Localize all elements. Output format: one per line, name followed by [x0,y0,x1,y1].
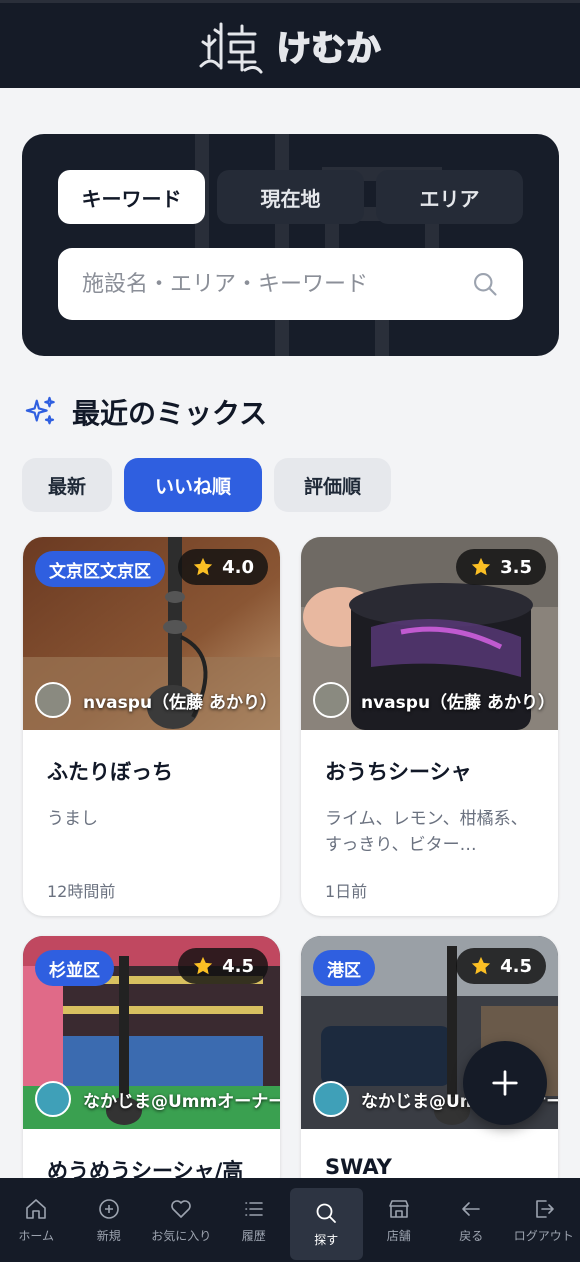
nav-label: 探す [314,1232,339,1247]
author-name: なかじま@Ummオーナー [83,1091,280,1112]
section-title: 最近のミックス [72,397,268,430]
card-title: SWAY [325,1155,392,1179]
card-title: ふたりぼっち [47,760,173,784]
search-panel: キーワード 現在地 エリア [22,134,559,356]
card-title: おうちシーシャ [325,760,472,784]
card-author[interactable]: なかじま@Ummオーナー [35,1081,280,1117]
nav-history[interactable]: 履歴 [218,1178,291,1262]
avatar [35,1081,71,1117]
nav-favorites[interactable]: お気に入り [145,1178,218,1262]
nav-new[interactable]: 新規 [73,1178,146,1262]
rating-value: 3.5 [500,556,532,578]
nav-search[interactable]: 探す [290,1188,363,1260]
avatar [35,682,71,718]
hookah-watermark-icon [195,134,442,356]
sort-likes[interactable]: いいね順 [124,458,262,512]
nav-label: 店舗 [386,1228,411,1243]
card-photo: 杉並区 4.5 なかじま@Ummオーナー [23,936,280,1129]
nav-label: ログアウト [513,1228,574,1243]
nav-label: 履歴 [241,1228,266,1243]
author-name: nvaspu（佐藤 あかり） [83,692,277,713]
sparkles-icon [25,396,55,425]
logo[interactable]: けむか [199,16,382,76]
avatar [313,1081,349,1117]
plus-circle-icon [98,1198,119,1219]
card-author[interactable]: nvaspu（佐藤 あかり） [35,682,280,718]
star-icon [193,557,213,576]
rating-value: 4.5 [222,955,254,977]
heart-icon [171,1199,192,1218]
create-mix-button[interactable] [463,1041,547,1125]
card-description: ライム、レモン、柑橘系、すっきり、ビター… [325,809,528,855]
sort-rating[interactable]: 評価順 [274,458,391,512]
rating-badge: 4.5 [178,948,268,984]
rating-badge: 4.0 [178,549,268,585]
nav-home[interactable]: ホーム [0,1178,73,1262]
search-mode-tabs: キーワード 現在地 エリア [58,170,523,224]
sort-tabs: 最新 いいね順 評価順 [22,458,391,512]
card-description: うまし [47,809,98,829]
section-header: 最近のミックス [24,392,267,432]
area-badge: 杉並区 [35,950,114,986]
card-time: 1日前 [325,882,368,901]
home-icon [26,1198,47,1219]
star-icon [471,956,491,975]
search-input[interactable] [82,271,471,297]
star-icon [193,956,213,975]
nav-store[interactable]: 店舗 [363,1178,436,1262]
arrow-left-icon [462,1201,481,1216]
nav-back[interactable]: 戻る [435,1178,508,1262]
nav-label: 戻る [459,1228,484,1243]
logo-text: けむか [276,28,382,70]
mix-card[interactable]: 杉並区 4.5 なかじま@Ummオーナー めうめうシーシャ/高 [23,936,280,1196]
nav-label: お気に入り [151,1228,212,1243]
search-box [58,248,523,320]
hookah-logo-icon [199,22,262,73]
rating-badge: 4.5 [456,948,546,984]
card-photo: 文京区文京区 4.0 nvaspu（佐藤 あかり） [23,537,280,730]
area-badge: 文京区文京区 [35,551,165,587]
sort-latest[interactable]: 最新 [22,458,112,512]
rating-value: 4.5 [500,955,532,977]
area-badge: 港区 [313,950,375,986]
rating-value: 4.0 [222,556,254,578]
search-icon[interactable] [471,270,499,298]
card-time: 12時間前 [47,882,116,901]
store-icon [388,1199,409,1218]
tab-area[interactable]: エリア [376,170,523,224]
card-author[interactable]: nvaspu（佐藤 あかり） [313,682,558,718]
list-icon [244,1201,263,1216]
rating-badge: 3.5 [456,549,546,585]
star-icon [471,557,491,576]
bottom-nav: ホーム 新規 お気に入り 履歴 探す 店舗 戻る ログアウト [0,1178,580,1262]
app-header: けむか [0,0,580,88]
nav-logout[interactable]: ログアウト [508,1178,580,1262]
mix-card[interactable]: 3.5 nvaspu（佐藤 あかり） おうちシーシャ ライム、レモン、柑橘系、す… [301,537,558,916]
nav-label: ホーム [18,1228,55,1243]
nav-label: 新規 [96,1228,121,1243]
logout-icon [535,1199,554,1218]
tab-current-location[interactable]: 現在地 [217,170,364,224]
mix-card[interactable]: 文京区文京区 4.0 nvaspu（佐藤 あかり） ふたりぼっち うまし 12時… [23,537,280,916]
search-icon [316,1203,337,1223]
card-photo: 3.5 nvaspu（佐藤 あかり） [301,537,558,730]
avatar [313,682,349,718]
author-name: nvaspu（佐藤 あかり） [361,692,555,713]
plus-icon [492,1070,518,1096]
tab-keyword[interactable]: キーワード [58,170,205,224]
